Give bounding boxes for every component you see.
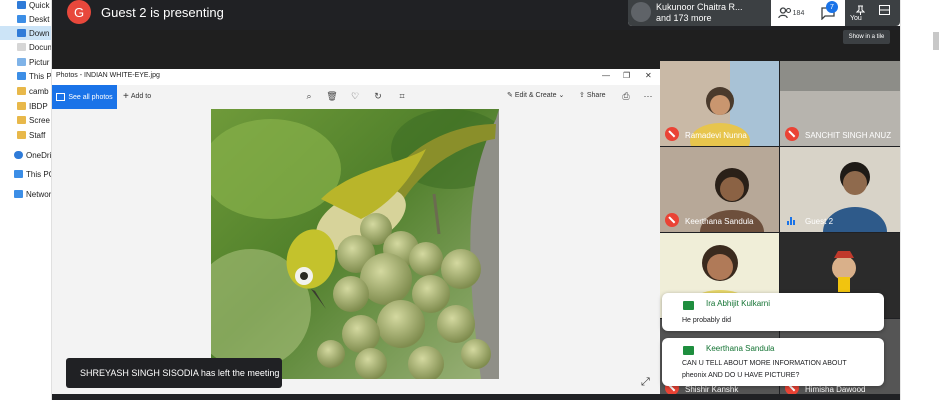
presenter-card[interactable]: Kukunoor Chaitra R... and 173 more bbox=[628, 0, 771, 26]
explorer-item-this-pc-pinned[interactable]: This P bbox=[0, 69, 51, 83]
show-in-tile-tooltip: Show in a tile bbox=[843, 30, 890, 44]
folder-icon bbox=[17, 116, 26, 124]
pin-icon bbox=[856, 5, 865, 15]
explorer-item-pictures[interactable]: Pictur bbox=[0, 55, 49, 69]
explorer-item-onedrive[interactable]: OneDri bbox=[0, 148, 51, 162]
chat-message: CAN U TELL ABOUT MORE INFORMATION ABOUT … bbox=[682, 360, 847, 379]
chevron-down-icon: ⌄ bbox=[558, 92, 565, 99]
photos-window: Photos - INDIAN WHITE-EYE.jpg — ❐ ✕ See … bbox=[52, 69, 660, 400]
left-meeting-toast: SHREYASH SINGH SISODIA has left the meet… bbox=[66, 358, 282, 388]
participants-count: 184 bbox=[792, 9, 805, 17]
explorer-item-quick-access[interactable]: Quick a bbox=[0, 0, 51, 12]
more-options-icon[interactable]: ⋯ bbox=[642, 90, 654, 102]
participant-tile-guest-2[interactable]: Guest 2 bbox=[780, 147, 900, 232]
zoom-icon[interactable]: ⌕ bbox=[303, 90, 315, 102]
photos-title-bar: Photos - INDIAN WHITE-EYE.jpg — ❐ ✕ bbox=[52, 69, 660, 85]
cloud-icon bbox=[14, 151, 23, 159]
edit-icon: ✎ bbox=[507, 92, 513, 99]
explorer-item-downloads[interactable]: Down bbox=[0, 26, 51, 40]
plus-icon: + bbox=[123, 91, 129, 102]
chat-notification[interactable]: Keerthana Sandula CAN U TELL ABOUT MORE … bbox=[662, 338, 884, 386]
participant-name: Himisha Dawood bbox=[805, 385, 866, 394]
participant-video bbox=[823, 162, 887, 232]
explorer-item-ibdp[interactable]: IBDP bbox=[0, 99, 48, 113]
maximize-icon[interactable]: ❐ bbox=[623, 71, 630, 80]
photos-icon bbox=[56, 93, 66, 101]
share-button[interactable]: ⇪ Share bbox=[579, 91, 606, 100]
photos-window-title: Photos - INDIAN WHITE-EYE.jpg bbox=[56, 72, 160, 79]
minimize-icon[interactable]: — bbox=[602, 71, 610, 80]
participants-button[interactable]: 184 bbox=[771, 2, 811, 24]
presenter-thumbnail bbox=[631, 2, 651, 22]
participant-name: Keerthana Sandula bbox=[685, 217, 754, 226]
presenter-card-others: and 173 more bbox=[656, 13, 712, 23]
explorer-item-screenshots[interactable]: Scree bbox=[0, 113, 50, 127]
crop-icon[interactable]: ⌗ bbox=[396, 90, 408, 102]
mic-off-icon bbox=[665, 127, 679, 141]
chat-icon bbox=[683, 346, 694, 355]
chat-icon bbox=[683, 301, 694, 310]
computer-icon bbox=[14, 170, 23, 178]
share-icon: ⇪ bbox=[579, 92, 585, 99]
see-all-photos-button[interactable]: See all photos bbox=[52, 85, 117, 109]
speaking-indicator-icon bbox=[787, 217, 795, 225]
self-label: You bbox=[850, 15, 862, 22]
download-icon bbox=[17, 29, 26, 37]
add-to-button[interactable]: + Add to bbox=[123, 91, 151, 102]
participant-name: Shishir Kanshk bbox=[685, 385, 739, 394]
participant-name: Guest 2 bbox=[805, 217, 834, 226]
document-icon bbox=[17, 43, 26, 51]
favorite-icon[interactable]: ♡ bbox=[349, 90, 361, 102]
chat-unread-badge: 7 bbox=[826, 1, 838, 13]
explorer-item-network[interactable]: Networ bbox=[0, 187, 51, 201]
edit-create-button[interactable]: ✎ Edit & Create ⌄ bbox=[507, 91, 565, 100]
chat-sender: Keerthana Sandula bbox=[706, 344, 775, 353]
participant-tile-sanchit[interactable]: SANCHIT SINGH ANUZ bbox=[780, 61, 900, 146]
bird-photo bbox=[211, 109, 499, 379]
star-icon bbox=[17, 1, 26, 9]
explorer-item-this-pc[interactable]: This PC bbox=[0, 167, 51, 181]
computer-icon bbox=[17, 72, 26, 80]
photos-toolbar: See all photos + Add to ⌕ 🗑 ♡ ↻ ⌗ ✎ Edit &… bbox=[52, 85, 660, 109]
rotate-icon[interactable]: ↻ bbox=[372, 90, 384, 102]
explorer-item-documents[interactable]: Docum bbox=[0, 40, 51, 54]
tile-layout-icon bbox=[879, 5, 890, 15]
participant-name: Ramadevi Nunna bbox=[685, 131, 747, 140]
self-view-tile[interactable]: You bbox=[845, 0, 900, 26]
chat-sender: Ira Abhijit Kulkarni bbox=[706, 299, 771, 308]
delete-icon[interactable]: 🗑 bbox=[326, 90, 338, 102]
explorer-item-desktop[interactable]: Deskt bbox=[0, 12, 49, 26]
desktop-icon bbox=[17, 15, 26, 23]
meet-bottom-bar bbox=[52, 394, 900, 400]
network-icon bbox=[14, 190, 23, 198]
expand-icon[interactable]: ⤢ bbox=[641, 376, 650, 389]
participant-tile-keerthana[interactable]: Keerthana Sandula bbox=[660, 147, 779, 232]
presenter-card-name: Kukunoor Chaitra R... bbox=[656, 2, 743, 12]
mic-off-icon bbox=[785, 127, 799, 141]
presenter-avatar: G bbox=[67, 0, 91, 24]
pictures-icon bbox=[17, 58, 26, 66]
presenting-label: Guest 2 is presenting bbox=[101, 5, 224, 20]
people-icon bbox=[777, 7, 791, 19]
background-window-edge bbox=[900, 0, 940, 400]
explorer-item-staff[interactable]: Staff bbox=[0, 128, 45, 142]
explorer-item-camb[interactable]: camb bbox=[0, 84, 49, 98]
participant-name: SANCHIT SINGH ANUZ bbox=[805, 131, 892, 140]
print-icon[interactable]: ⎙ bbox=[620, 90, 632, 102]
chat-message: He probably did bbox=[682, 317, 732, 324]
participant-tile-ramadevi[interactable]: Ramadevi Nunna bbox=[660, 61, 779, 146]
scrollbar[interactable] bbox=[933, 32, 939, 50]
folder-icon bbox=[17, 87, 26, 95]
mic-off-icon bbox=[665, 213, 679, 227]
file-explorer-sidebar: Quick a Deskt Down Docum Pictur This P c… bbox=[0, 0, 52, 400]
folder-icon bbox=[17, 131, 26, 139]
chat-notification[interactable]: Ira Abhijit Kulkarni He probably did bbox=[662, 293, 884, 331]
close-icon[interactable]: ✕ bbox=[645, 71, 652, 80]
folder-icon bbox=[17, 102, 26, 110]
